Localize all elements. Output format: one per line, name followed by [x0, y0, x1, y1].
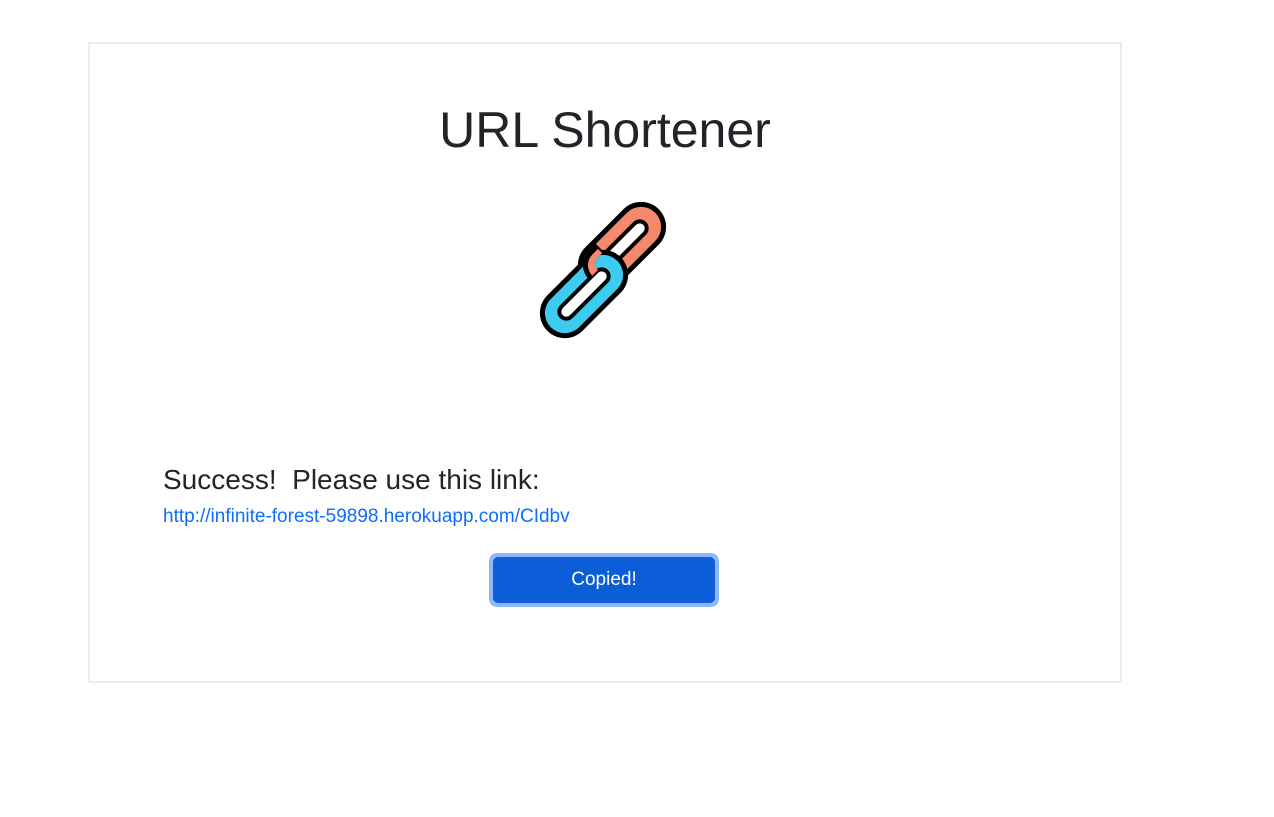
page-title: URL Shortener — [439, 102, 771, 158]
chain-link-icon — [525, 194, 685, 352]
copy-button-focus-ring: Copied! — [489, 553, 719, 607]
copy-button[interactable]: Copied! — [493, 557, 715, 603]
short-url-link[interactable]: http://infinite-forest-59898.herokuapp.c… — [163, 504, 570, 530]
success-heading: Success! Please use this link: — [163, 464, 540, 495]
